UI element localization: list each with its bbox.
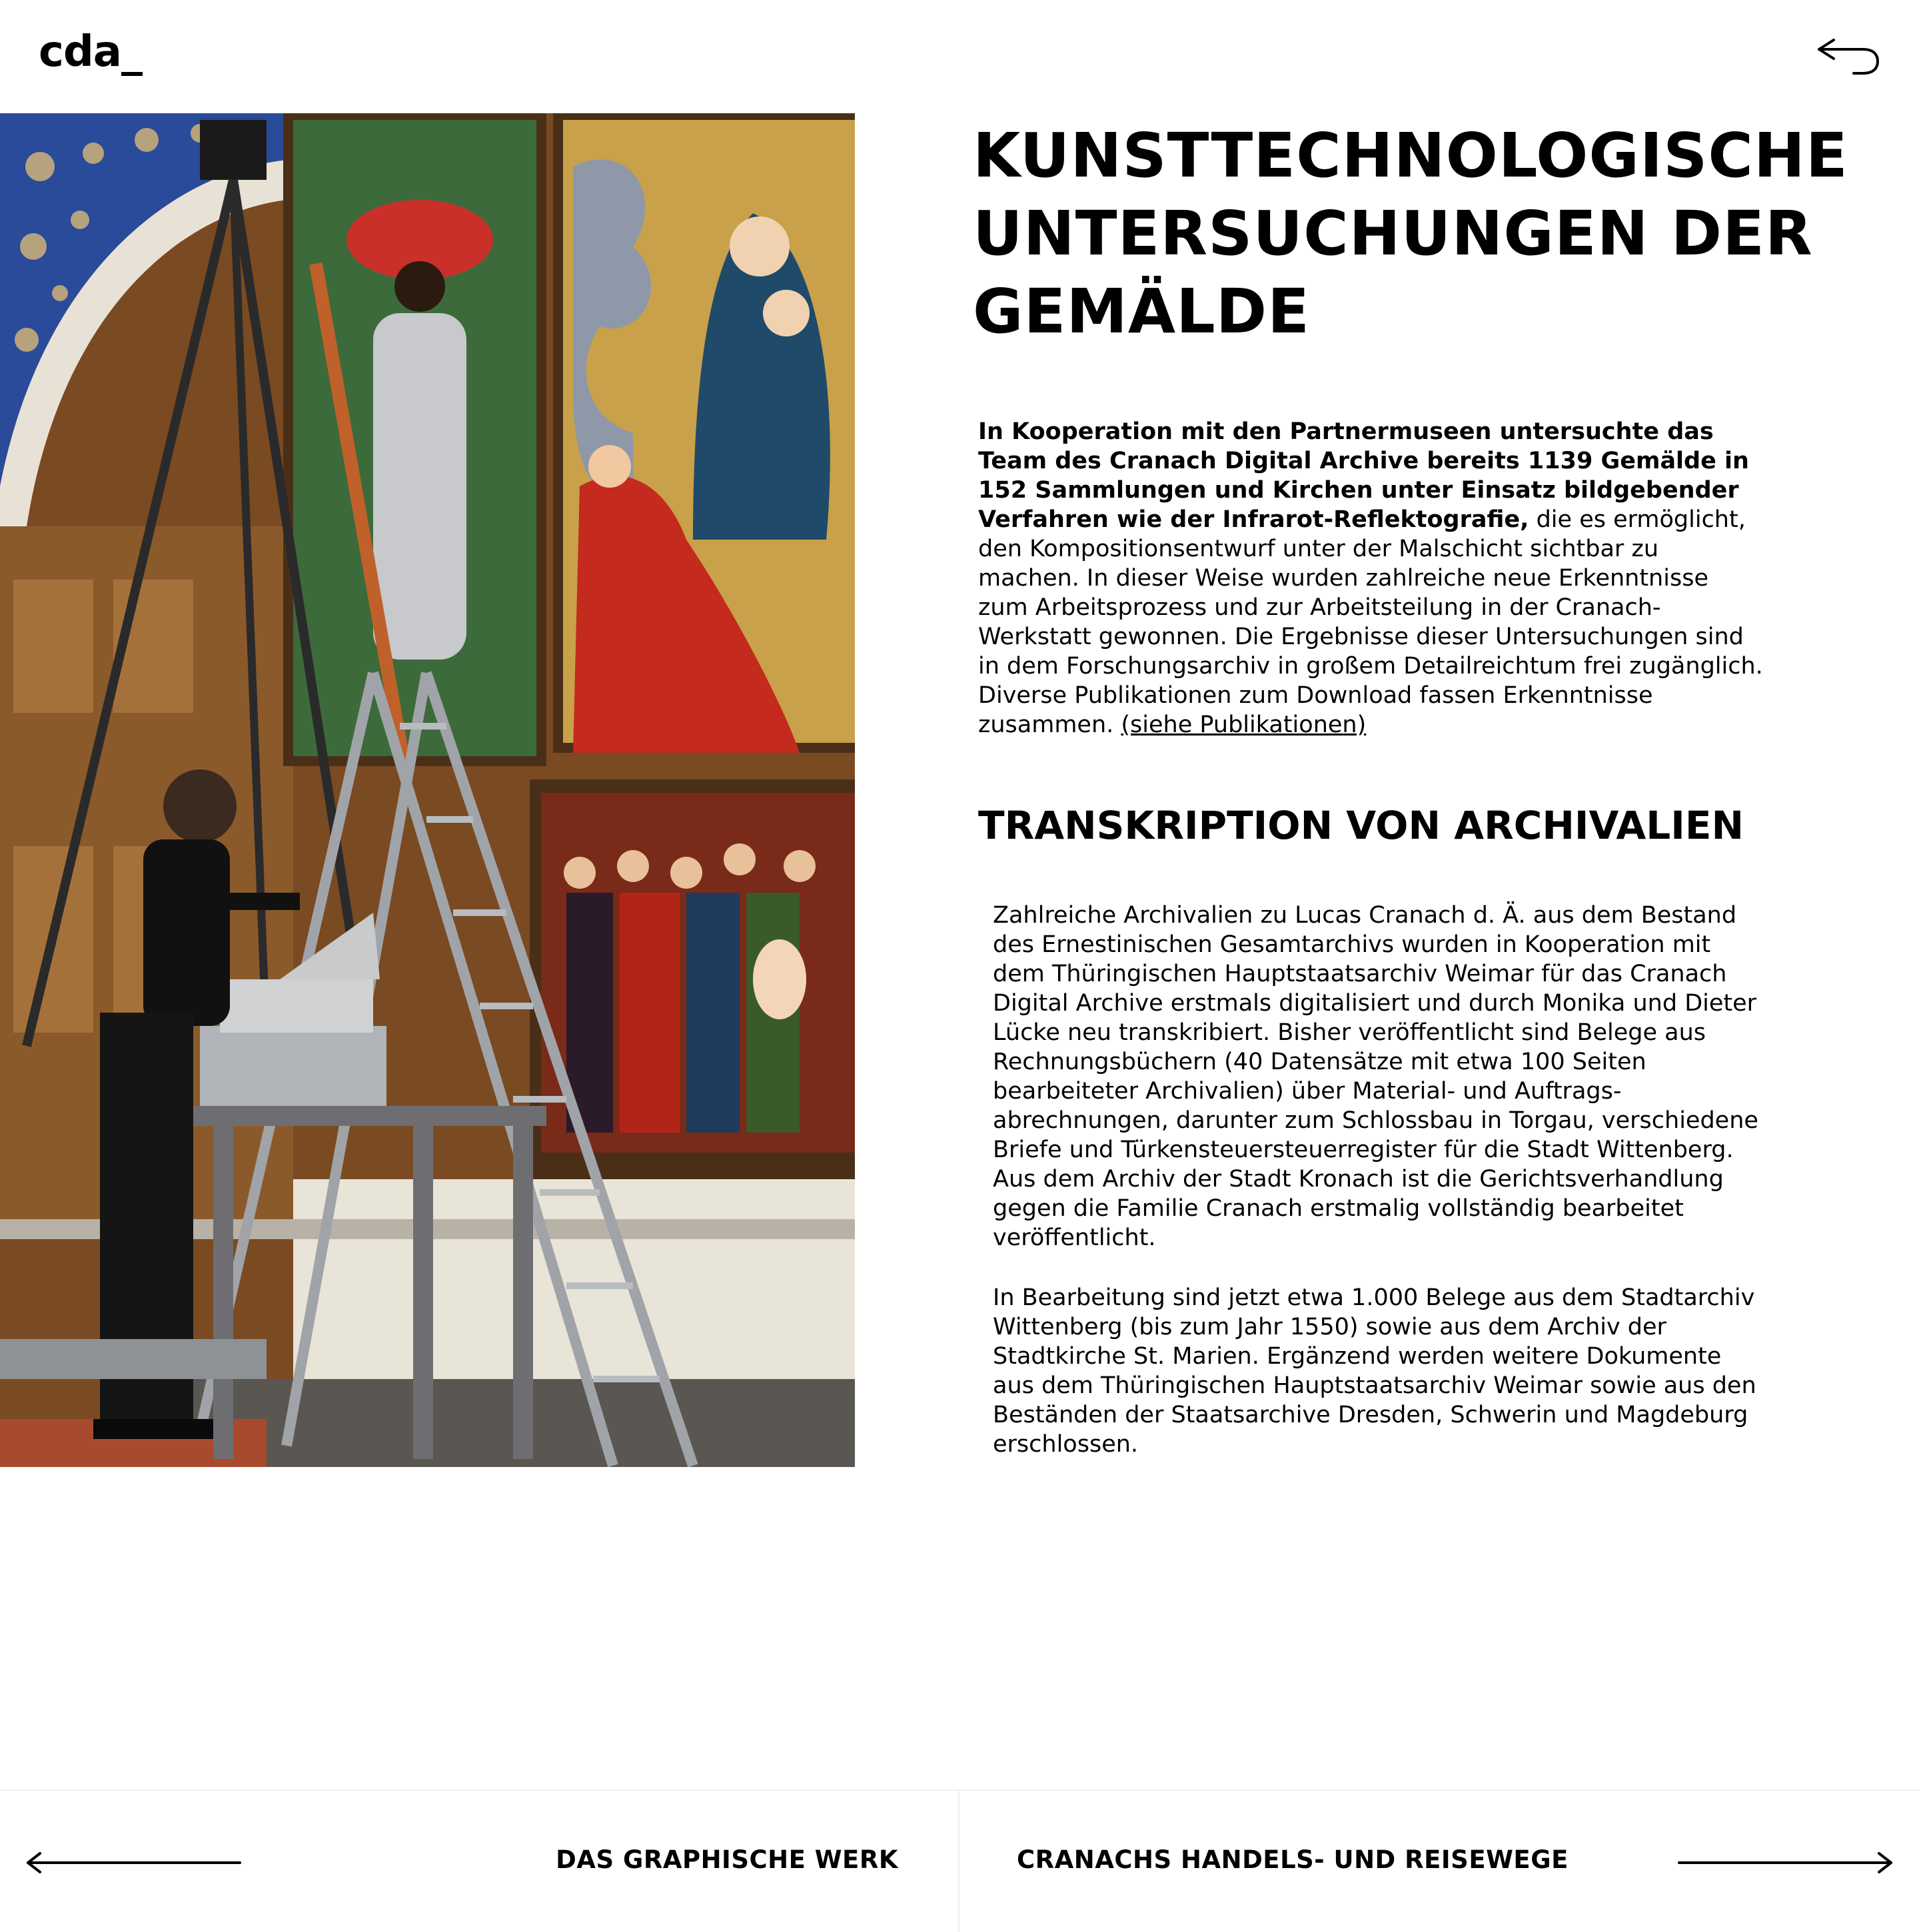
section-text-regular: die es ermöglicht, den Kompositionsentwu… xyxy=(978,506,1763,738)
prev-page-label[interactable]: DAS GRAPHISCHE WERK xyxy=(556,1844,898,1876)
footer-navigation: DAS GRAPHISCHE WERK CRANACHS HANDELS- UN… xyxy=(0,1789,1919,1932)
arrow-left-icon xyxy=(27,1852,241,1873)
publications-link[interactable]: (siehe Publikationen) xyxy=(1121,712,1366,738)
arrow-right-icon xyxy=(1678,1852,1892,1873)
section-title-kunsttechnologie: KUNSTTECHNOLOGISCHE UNTERSUCHUNGEN DER G… xyxy=(973,120,1848,347)
section-text-kunsttechnologie: In Kooperation mit den Partnermuseen unt… xyxy=(978,417,1764,739)
next-page-label[interactable]: CRANACHS HANDELS- UND REISEWEGE xyxy=(1017,1844,1569,1876)
return-arrow-icon xyxy=(1818,39,1880,75)
back-button[interactable] xyxy=(1815,35,1882,77)
transkription-paragraph-2: In Bearbeitung sind jetzt etwa 1.000 Bel… xyxy=(993,1284,1756,1458)
section-title-transkription: TRANSKRIPTION VON ARCHIVALIEN xyxy=(978,803,1744,848)
transkription-paragraph-1: Zahlreiche Archivalien zu Lucas Cranach … xyxy=(993,902,1758,1251)
next-page-link[interactable]: CRANACHS HANDELS- UND REISEWEGE xyxy=(960,1791,1919,1932)
logo[interactable]: cda_ xyxy=(39,31,143,73)
prev-page-link[interactable]: DAS GRAPHISCHE WERK xyxy=(0,1791,960,1932)
hero-photo xyxy=(0,113,855,1467)
